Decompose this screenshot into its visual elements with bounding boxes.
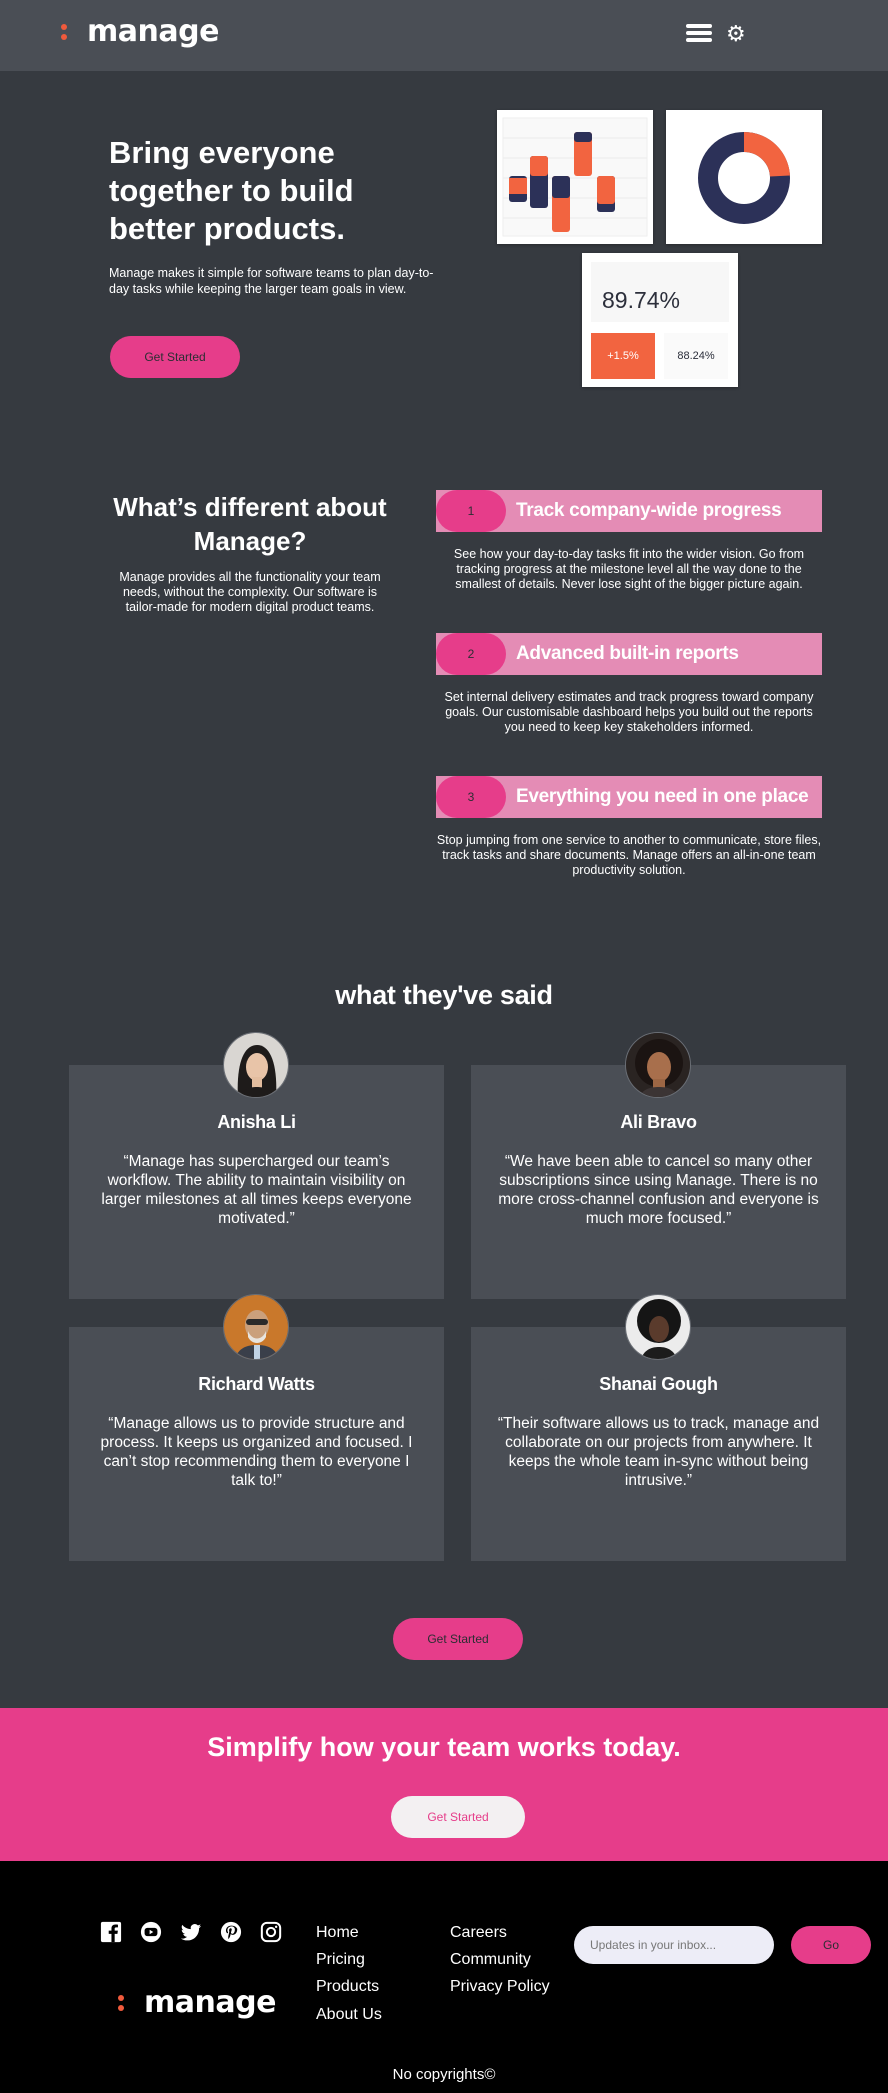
- newsletter-go-button[interactable]: Go: [791, 1926, 871, 1964]
- site-header: manage ⚙: [0, 0, 888, 71]
- avatar: [223, 1032, 289, 1098]
- cta-get-started-button[interactable]: Get Started: [391, 1796, 525, 1838]
- copyright-text: No copyrights©: [392, 2066, 496, 2083]
- hero-get-started-button[interactable]: Get Started: [110, 336, 240, 378]
- testimonials-get-started-button[interactable]: Get Started: [393, 1618, 523, 1660]
- logo-text: manage: [87, 14, 219, 49]
- testimonial-card: Anisha Li “Manage has supercharged our t…: [69, 1065, 444, 1299]
- bar-chart-illustration: [497, 110, 653, 244]
- feature-number-badge: 3: [436, 776, 506, 818]
- testimonial-card: Ali Bravo “We have been able to cancel s…: [471, 1065, 846, 1299]
- hamburger-icon[interactable]: [686, 24, 712, 46]
- logo-dots-icon: [61, 23, 77, 40]
- hero-description: Manage makes it simple for software team…: [109, 266, 434, 296]
- testimonial-name: Ali Bravo: [620, 1112, 697, 1132]
- footer-link-home[interactable]: Home: [316, 1924, 359, 1942]
- footer-link-community[interactable]: Community: [450, 1951, 531, 1969]
- floating-bars-graphic: [502, 117, 648, 237]
- footer-logo[interactable]: manage: [118, 1985, 276, 2020]
- avatar: [223, 1294, 289, 1360]
- feature-title: Advanced built-in reports: [516, 643, 739, 664]
- testimonial-quote: “We have been able to cancel so many oth…: [498, 1153, 819, 1227]
- footer-link-pricing[interactable]: Pricing: [316, 1951, 365, 1969]
- footer-link-careers[interactable]: Careers: [450, 1924, 507, 1942]
- testimonial-quote: “Manage allows us to provide structure a…: [100, 1415, 413, 1489]
- newsletter-input[interactable]: [574, 1926, 774, 1964]
- feature-header-3: 3 Everything you need in one place: [436, 776, 822, 818]
- stat-main-value: 89.74%: [602, 287, 681, 313]
- feature-number-badge: 1: [436, 490, 506, 532]
- cta-title: Simplify how your team works today.: [207, 1732, 681, 1762]
- footer-link-privacy-policy[interactable]: Privacy Policy: [450, 1978, 550, 1996]
- feature-header-2: 2 Advanced built-in reports: [436, 633, 822, 675]
- donut-chart-illustration: [666, 110, 822, 244]
- testimonial-name: Richard Watts: [198, 1374, 315, 1394]
- hero-title: Bring everyone together to build better …: [109, 135, 354, 246]
- gear-icon[interactable]: ⚙: [726, 21, 746, 47]
- logo[interactable]: manage: [61, 14, 219, 49]
- page: manage ⚙ Bring everyone together to buil…: [0, 0, 888, 2093]
- youtube-icon[interactable]: [140, 1921, 162, 1943]
- stats-card: 89.74% +1.5% 88.24%: [582, 253, 738, 387]
- testimonial-quote: “Manage has supercharged our team’s work…: [101, 1153, 412, 1227]
- testimonial-quote: “Their software allows us to track, mana…: [497, 1415, 820, 1489]
- feature-text-3: Stop jumping from one service to another…: [436, 833, 822, 877]
- feature-header-1: 1 Track company-wide progress: [436, 490, 822, 532]
- testimonial-card: Shanai Gough “Their software allows us t…: [471, 1327, 846, 1561]
- logo-dots-icon: [118, 1994, 134, 2011]
- stat-secondary-value: 88.24%: [664, 333, 728, 379]
- stat-change-value: +1.5%: [591, 333, 655, 379]
- twitter-icon[interactable]: [180, 1921, 202, 1943]
- site-footer: manage Home Pricing Products About Us Ca…: [0, 1861, 888, 2093]
- instagram-icon[interactable]: [260, 1921, 282, 1943]
- testimonial-name: Anisha Li: [217, 1112, 296, 1132]
- pinterest-icon[interactable]: [220, 1921, 242, 1943]
- feature-text-2: Set internal delivery estimates and trac…: [444, 690, 814, 734]
- testimonials-title: what they've said: [335, 980, 553, 1010]
- features-description: Manage provides all the functionality yo…: [119, 570, 381, 614]
- avatar: [625, 1032, 691, 1098]
- feature-text-1: See how your day-to-day tasks fit into t…: [453, 547, 805, 591]
- testimonial-name: Shanai Gough: [599, 1374, 718, 1394]
- footer-link-about-us[interactable]: About Us: [316, 2006, 382, 2024]
- avatar: [625, 1294, 691, 1360]
- facebook-icon[interactable]: [100, 1921, 122, 1943]
- feature-title: Track company-wide progress: [516, 500, 782, 521]
- donut-graphic: [698, 131, 790, 224]
- feature-title: Everything you need in one place: [516, 786, 809, 807]
- feature-number-badge: 2: [436, 633, 506, 675]
- footer-link-products[interactable]: Products: [316, 1978, 379, 1996]
- cta-band: Simplify how your team works today. Get …: [0, 1708, 888, 1861]
- testimonial-card: Richard Watts “Manage allows us to provi…: [69, 1327, 444, 1561]
- logo-text: manage: [144, 1985, 276, 2020]
- features-title: What’s different about Manage?: [113, 492, 387, 556]
